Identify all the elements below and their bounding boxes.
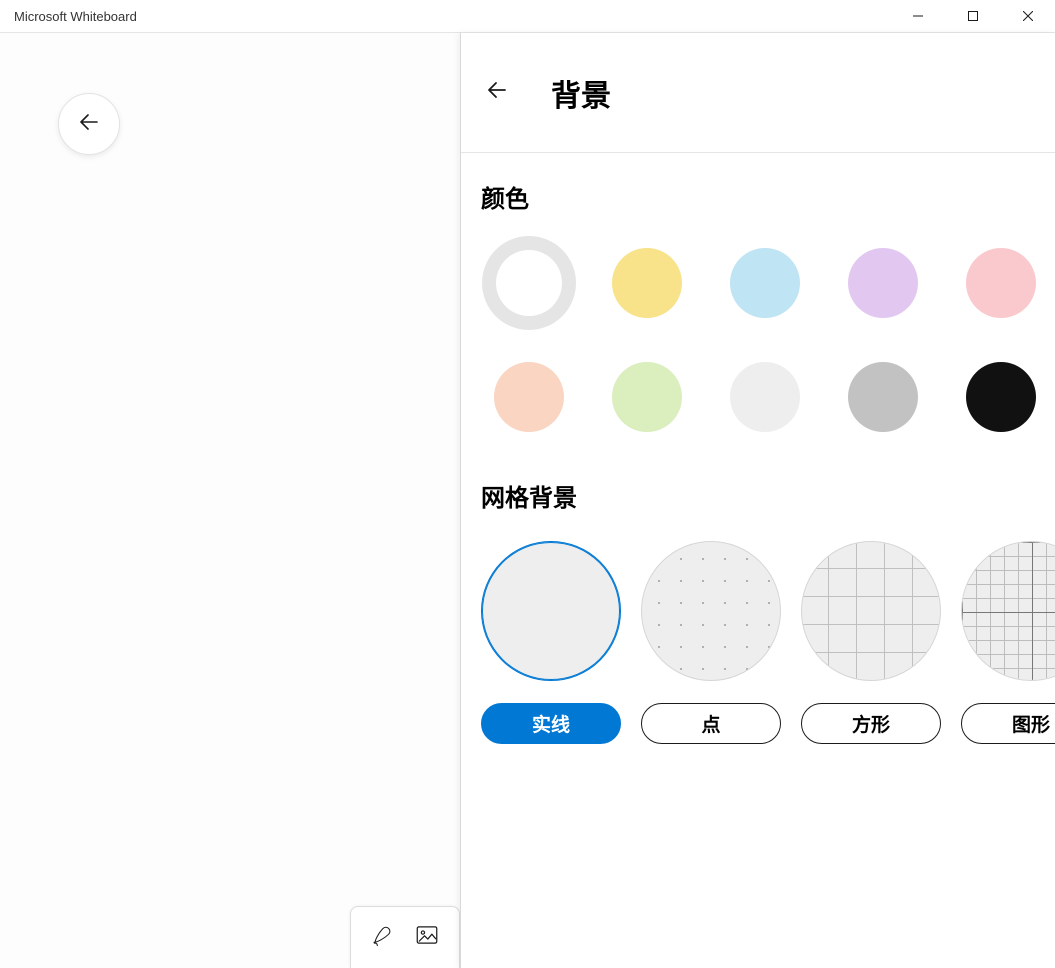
grid-preview-solid [481,541,621,681]
grid-options: 实线 点 方形 图形 [481,541,1055,744]
grid-label-solid[interactable]: 实线 [481,703,621,744]
grid-preview-square [801,541,941,681]
color-swatch-black[interactable] [966,362,1036,432]
maximize-button[interactable] [945,0,1000,32]
color-swatch-lightgray[interactable] [730,362,800,432]
color-swatch-gray[interactable] [848,362,918,432]
pen-tool-button[interactable] [365,920,401,956]
grid-label-shape[interactable]: 图形 [961,703,1055,744]
grid-label-square[interactable]: 方形 [801,703,941,744]
caption-buttons [890,0,1055,32]
grid-option-solid[interactable]: 实线 [481,541,621,744]
window-title: Microsoft Whiteboard [14,9,137,24]
back-button[interactable] [58,93,120,155]
grid-section-title: 网格背景 [481,478,1055,513]
bottom-toolbar [350,906,460,968]
title-bar: Microsoft Whiteboard [0,0,1055,33]
color-section-title: 颜色 [481,179,1055,214]
close-button[interactable] [1000,0,1055,32]
color-swatch-blue[interactable] [730,248,800,318]
grid-preview-shape [961,541,1055,681]
panel-header: 背景 [461,33,1055,153]
background-panel: 背景 颜色 网格背景 实线 点 [460,33,1055,968]
color-swatch-white[interactable] [482,236,576,330]
color-swatch-purple[interactable] [848,248,918,318]
grid-option-square[interactable]: 方形 [801,541,941,744]
panel-content: 颜色 网格背景 实线 点 方形 [461,153,1055,968]
pen-icon [370,922,396,953]
grid-option-dot[interactable]: 点 [641,541,781,744]
image-tool-button[interactable] [409,920,445,956]
arrow-left-icon [77,110,101,139]
panel-title: 背景 [551,71,611,115]
arrow-left-icon [485,78,509,107]
color-swatch-green[interactable] [612,362,682,432]
image-icon [414,922,440,953]
color-swatch-pink[interactable] [966,248,1036,318]
grid-preview-dot [641,541,781,681]
color-swatch-peach[interactable] [494,362,564,432]
panel-back-button[interactable] [481,77,513,109]
minimize-button[interactable] [890,0,945,32]
color-swatch-yellow[interactable] [612,248,682,318]
grid-option-shape[interactable]: 图形 [961,541,1055,744]
color-grid [481,248,1055,432]
grid-label-dot[interactable]: 点 [641,703,781,744]
